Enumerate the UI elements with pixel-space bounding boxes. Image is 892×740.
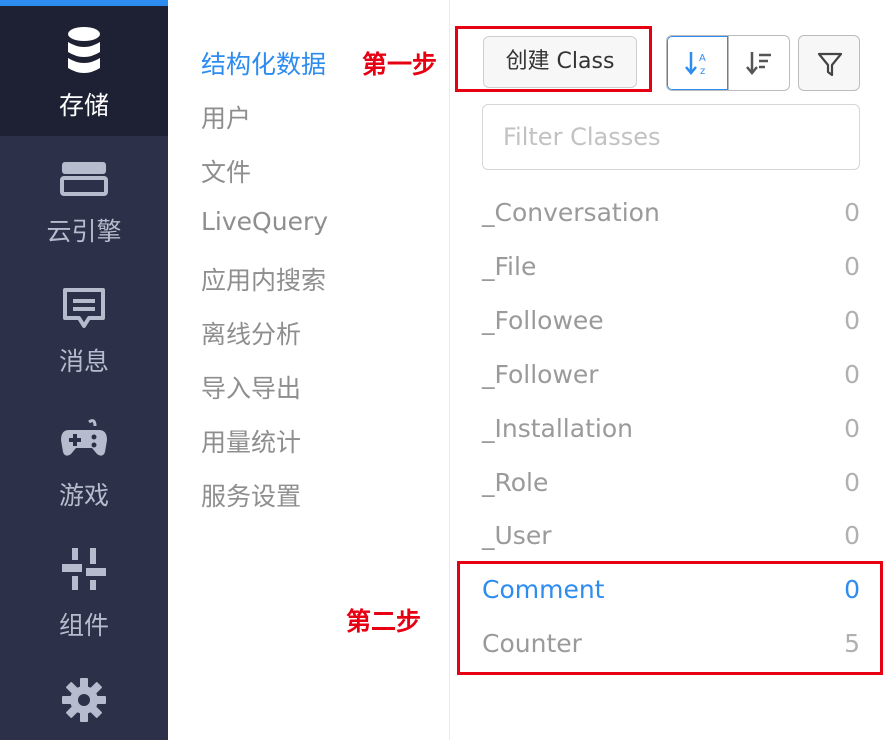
sidebar-item-games[interactable]: 游戏 xyxy=(0,414,168,524)
sidebar-item-label: 游戏 xyxy=(58,481,109,510)
sidebar-item-components[interactable]: 组件 xyxy=(0,544,168,654)
components-icon xyxy=(60,546,108,596)
class-row[interactable]: _Role 0 xyxy=(482,468,860,508)
sidebar-item-cloud-engine[interactable]: 云引擎 xyxy=(0,150,168,260)
step1-highlight-box xyxy=(455,26,652,92)
gamepad-icon xyxy=(59,418,109,464)
step1-annotation: 第一步 xyxy=(362,50,438,79)
class-row[interactable]: _File 0 xyxy=(482,252,860,292)
class-row[interactable]: _Follower 0 xyxy=(482,360,860,400)
class-name: _Conversation xyxy=(482,198,660,227)
sidebar-item-storage[interactable]: 存储 xyxy=(0,6,168,136)
sidebar-item-settings[interactable] xyxy=(0,676,168,740)
filter-classes-input[interactable] xyxy=(482,104,860,170)
class-row[interactable]: _User 0 xyxy=(482,521,860,561)
menu-item-users[interactable]: 用户 xyxy=(201,99,251,135)
class-row[interactable]: _Conversation 0 xyxy=(482,198,860,238)
sort-count-button[interactable] xyxy=(729,36,789,90)
sort-button-group: A z xyxy=(666,35,790,91)
class-name: _Role xyxy=(482,468,549,497)
class-count: 0 xyxy=(844,360,860,389)
sidebar-item-label: 消息 xyxy=(58,347,109,376)
class-name: _Followee xyxy=(482,306,604,335)
class-count: 0 xyxy=(844,306,860,335)
class-count: 0 xyxy=(844,252,860,281)
class-count: 0 xyxy=(844,198,860,227)
menu-item-in-app-search[interactable]: 应用内搜索 xyxy=(201,261,326,297)
class-row[interactable]: _Followee 0 xyxy=(482,306,860,346)
step2-annotation: 第二步 xyxy=(346,607,422,636)
sidebar: 存储 云引擎 消息 游戏 组件 xyxy=(0,0,168,740)
database-icon xyxy=(66,26,102,80)
sidebar-item-messages[interactable]: 消息 xyxy=(0,280,168,390)
class-name: _User xyxy=(482,521,552,550)
menu-item-livequery[interactable]: LiveQuery xyxy=(201,207,328,236)
message-icon xyxy=(61,286,107,336)
svg-text:z: z xyxy=(700,66,705,77)
sidebar-item-label: 存储 xyxy=(58,91,109,120)
menu-item-offline-analysis[interactable]: 离线分析 xyxy=(201,315,301,351)
class-count: 0 xyxy=(844,468,860,497)
class-count: 0 xyxy=(844,521,860,550)
class-name: _Follower xyxy=(482,360,599,389)
gear-icon xyxy=(60,676,108,728)
menu-item-import-export[interactable]: 导入导出 xyxy=(201,369,301,405)
filter-button[interactable] xyxy=(798,35,860,91)
menu-item-usage-stats[interactable]: 用量统计 xyxy=(201,423,301,459)
menu-item-files[interactable]: 文件 xyxy=(201,153,251,189)
class-name: _File xyxy=(482,252,537,281)
server-icon xyxy=(60,160,108,200)
sort-alpha-button[interactable]: A z xyxy=(667,36,729,90)
menu-item-structured-data[interactable]: 结构化数据 xyxy=(201,45,326,81)
step2-highlight-box xyxy=(457,561,883,675)
class-row[interactable]: _Installation 0 xyxy=(482,414,860,454)
menu-item-service-settings[interactable]: 服务设置 xyxy=(201,477,301,513)
sort-alpha-icon: A z xyxy=(684,49,712,81)
filter-icon xyxy=(816,50,844,82)
sidebar-item-label: 云引擎 xyxy=(46,217,122,246)
sort-count-icon xyxy=(746,49,774,81)
panel-divider xyxy=(449,0,450,740)
sidebar-item-label: 组件 xyxy=(58,611,109,640)
class-count: 0 xyxy=(844,414,860,443)
class-name: _Installation xyxy=(482,414,633,443)
svg-text:A: A xyxy=(699,53,706,64)
